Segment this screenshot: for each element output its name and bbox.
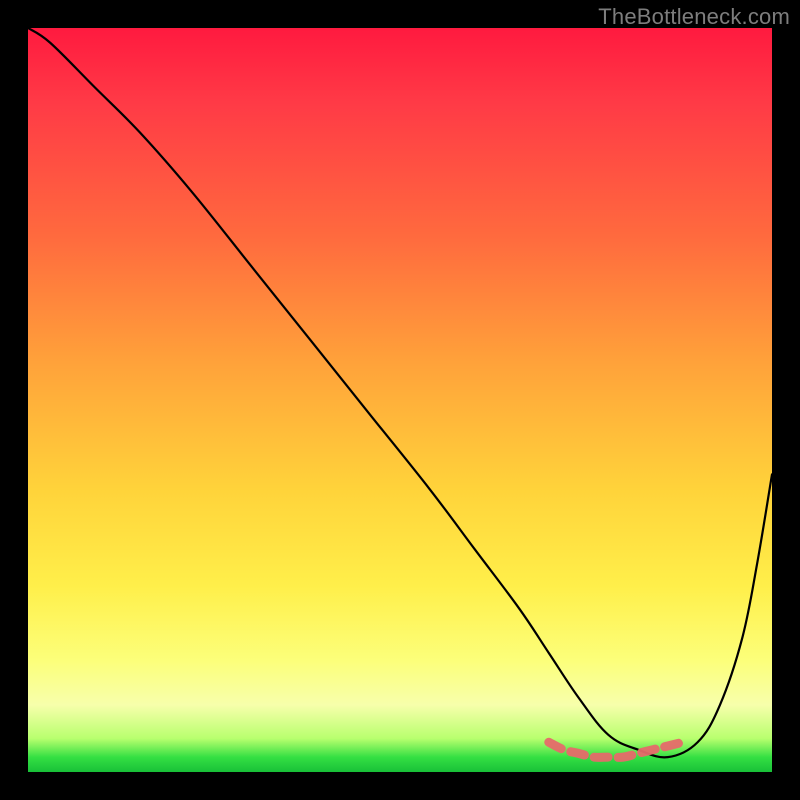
plot-area: [28, 28, 772, 772]
chart-svg: [28, 28, 772, 772]
chart-frame: TheBottleneck.com: [0, 0, 800, 800]
bottleneck-curve: [28, 28, 772, 757]
watermark-text: TheBottleneck.com: [598, 4, 790, 30]
optimal-range-marker: [549, 742, 683, 757]
